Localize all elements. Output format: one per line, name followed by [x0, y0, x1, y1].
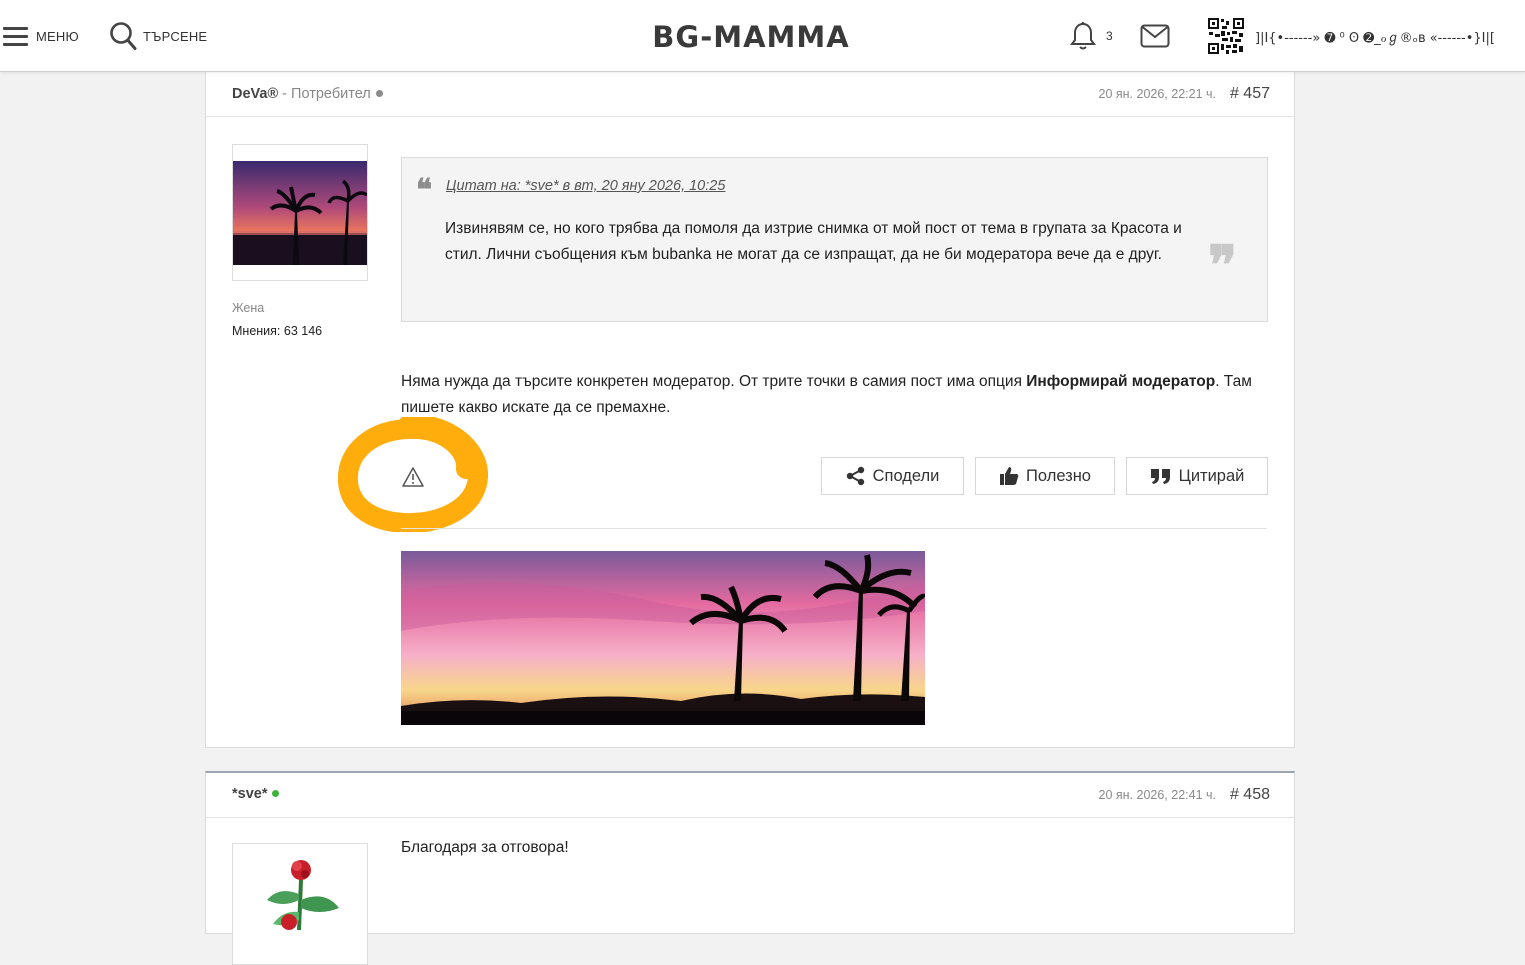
post-number-link[interactable]: # 458 [1230, 786, 1270, 804]
useful-button[interactable]: Полезно [975, 457, 1115, 495]
quote-close-icon: ❞ [1207, 233, 1237, 297]
quote-button[interactable]: Цитирай [1126, 457, 1268, 495]
post-body: Благодаря за отговора! [401, 839, 569, 856]
author-post-count: Мнения: 63 146 [232, 324, 323, 338]
rose-avatar-image [233, 850, 367, 930]
username[interactable]: ]|I{•------» ➐ ⁰ ʘ ➋_ℴℊ®ₒʙ «------•}I|[ [1255, 27, 1495, 46]
notifications-button[interactable]: 3 [1070, 20, 1113, 52]
quote-label: Цитирай [1178, 466, 1245, 485]
quote-icon [1150, 469, 1170, 484]
quote-citation-link[interactable]: Цитат на: *sve* в вт, 20 яну 2026, 10:25 [446, 178, 725, 194]
author-role: - Потребител [278, 86, 371, 102]
search-button[interactable]: ТЪРСЕНЕ [109, 20, 207, 52]
share-label: Сподели [872, 466, 940, 485]
notifications-count: 3 [1106, 29, 1113, 43]
quoted-message: ❝ Цитат на: *sve* в вт, 20 яну 2026, 10:… [401, 157, 1268, 322]
search-icon [110, 22, 137, 50]
post-header: *sve* 20 ян. 2026, 22:41 ч. # 458 [206, 773, 1294, 818]
post-number-link[interactable]: # 457 [1230, 85, 1270, 103]
report-warning-icon[interactable] [402, 466, 424, 488]
author-avatar[interactable] [232, 144, 368, 281]
online-status-dot [272, 790, 280, 797]
top-header: МЕНЮ ТЪРСЕНЕ BG-MAMMA 3 ]|I{•------» ➐ ⁰… [0, 0, 1525, 72]
bell-icon [1070, 22, 1096, 50]
post-author: DeVa® - Потребител [232, 86, 383, 102]
useful-label: Полезно [1026, 466, 1091, 485]
sunset-avatar-image [233, 161, 367, 265]
author-name[interactable]: *sve* [232, 786, 267, 802]
menu-label: МЕНЮ [36, 28, 79, 44]
forum-post: *sve* 20 ян. 2026, 22:41 ч. # 458 Благод… [205, 771, 1295, 965]
thumbs-up-icon [1000, 467, 1019, 485]
post-body-bold: Информирай модератор [1026, 373, 1216, 390]
user-avatar[interactable] [1207, 17, 1245, 55]
site-logo[interactable]: BG-MAMMA [651, 20, 851, 54]
author-gender: Жена [232, 301, 265, 315]
offline-status-dot [375, 90, 383, 97]
post-body: Няма нужда да търсите конкретен модерато… [401, 369, 1281, 421]
post-body-text-1: Няма нужда да търсите конкретен модерато… [401, 373, 1027, 390]
hamburger-icon [3, 26, 28, 46]
post-date: 20 ян. 2026, 22:41 ч. [1098, 788, 1217, 802]
post-header: DeVa® - Потребител 20 ян. 2026, 22:21 ч.… [206, 72, 1294, 117]
messages-button[interactable] [1140, 22, 1170, 50]
menu-button[interactable]: МЕНЮ [3, 22, 79, 50]
share-icon [846, 466, 864, 486]
share-button[interactable]: Сподели [821, 457, 964, 495]
mail-icon [1140, 24, 1170, 48]
author-name[interactable]: DeVa® [232, 86, 278, 102]
post-signature-image[interactable] [401, 551, 925, 725]
quote-text: Извинявям се, но кого трябва да помоля д… [445, 220, 1182, 263]
search-label: ТЪРСЕНЕ [143, 28, 208, 44]
quote-open-icon: ❝ [416, 173, 433, 208]
forum-post: DeVa® - Потребител 20 ян. 2026, 22:21 ч.… [205, 72, 1295, 748]
post-date: 20 ян. 2026, 22:21 ч. [1098, 87, 1217, 101]
author-avatar[interactable] [232, 843, 368, 965]
post-divider [401, 528, 1267, 529]
post-author: *sve* [232, 786, 280, 802]
